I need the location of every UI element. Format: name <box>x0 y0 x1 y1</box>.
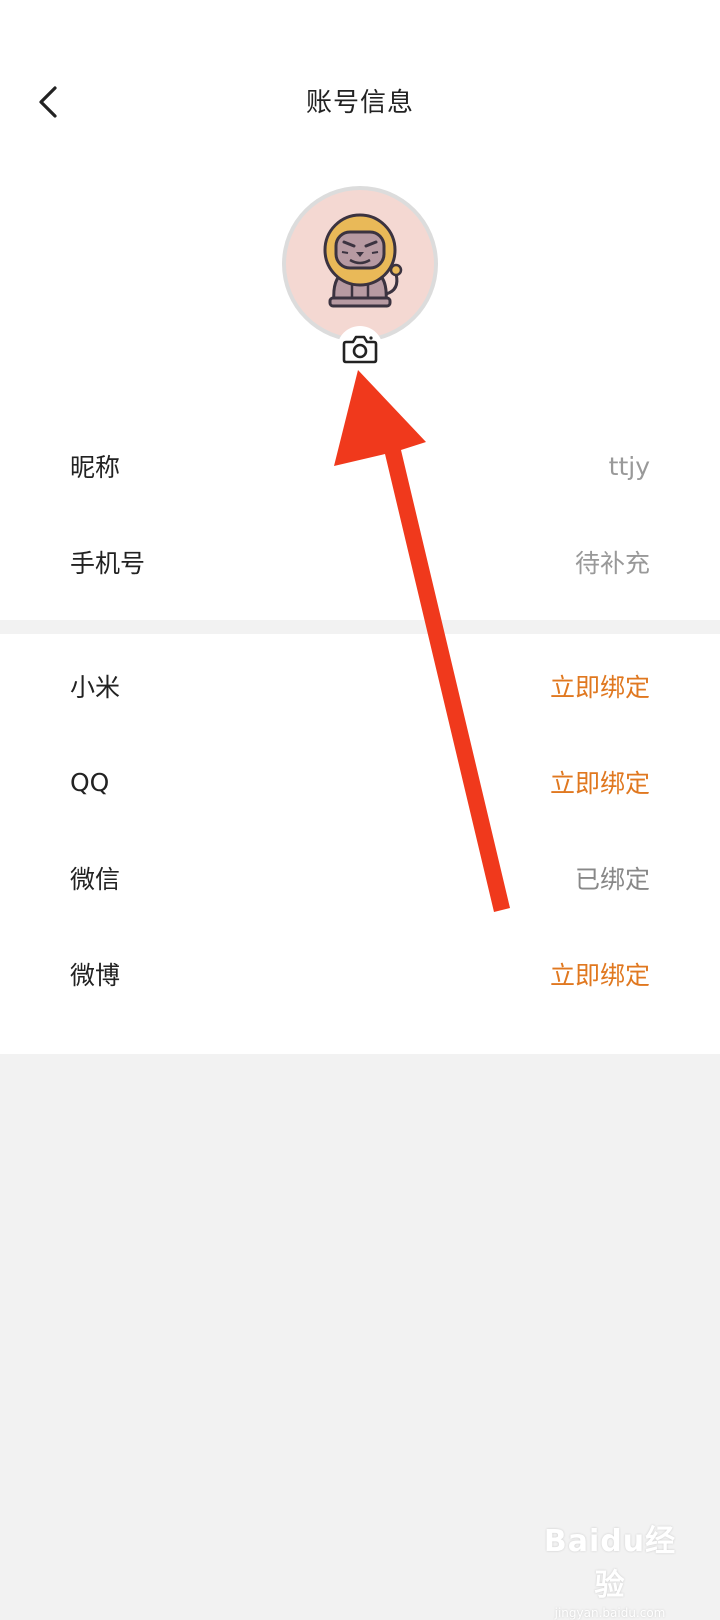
avatar-ring <box>282 186 438 342</box>
bind-action-qq[interactable]: 立即绑定 <box>550 764 650 800</box>
bind-label-qq: QQ <box>70 767 110 797</box>
bind-row-qq[interactable]: QQ 立即绑定 <box>0 734 720 830</box>
bind-row-xiaomi[interactable]: 小米 立即绑定 <box>0 638 720 734</box>
phone-label: 手机号 <box>70 549 146 578</box>
nickname-row[interactable]: 昵称 ttjy <box>0 418 720 514</box>
bind-label-weibo: 微博 <box>70 961 121 990</box>
bind-row-wechat[interactable]: 微信 已绑定 <box>0 830 720 926</box>
bind-action-weibo[interactable]: 立即绑定 <box>550 956 650 992</box>
nickname-label: 昵称 <box>70 453 121 482</box>
lion-avatar-icon <box>323 213 403 308</box>
bind-action-xiaomi[interactable]: 立即绑定 <box>550 668 650 704</box>
bind-label-wechat: 微信 <box>70 865 121 894</box>
bind-row-weibo[interactable]: 微博 立即绑定 <box>0 926 720 1022</box>
phone-value: 待补充 <box>574 549 650 578</box>
nickname-value: ttjy <box>608 451 650 481</box>
change-avatar-button[interactable] <box>337 326 383 372</box>
bind-status-wechat: 已绑定 <box>574 865 650 894</box>
watermark-url: jingyan.baidu.com <box>554 1606 666 1620</box>
top-bar: 账号信息 <box>0 0 720 200</box>
page-title: 账号信息 <box>305 88 414 118</box>
phone-row[interactable]: 手机号 待补充 <box>0 514 720 610</box>
section-divider <box>0 620 720 634</box>
bind-label-xiaomi: 小米 <box>70 673 121 702</box>
avatar[interactable] <box>282 186 438 342</box>
watermark-logo: Baidu经验 <box>543 1524 677 1603</box>
camera-icon <box>342 335 378 364</box>
avatar-background <box>286 190 434 338</box>
baidu-jingyan-watermark: Baidu经验 jingyan.baidu.com <box>540 1516 680 1620</box>
